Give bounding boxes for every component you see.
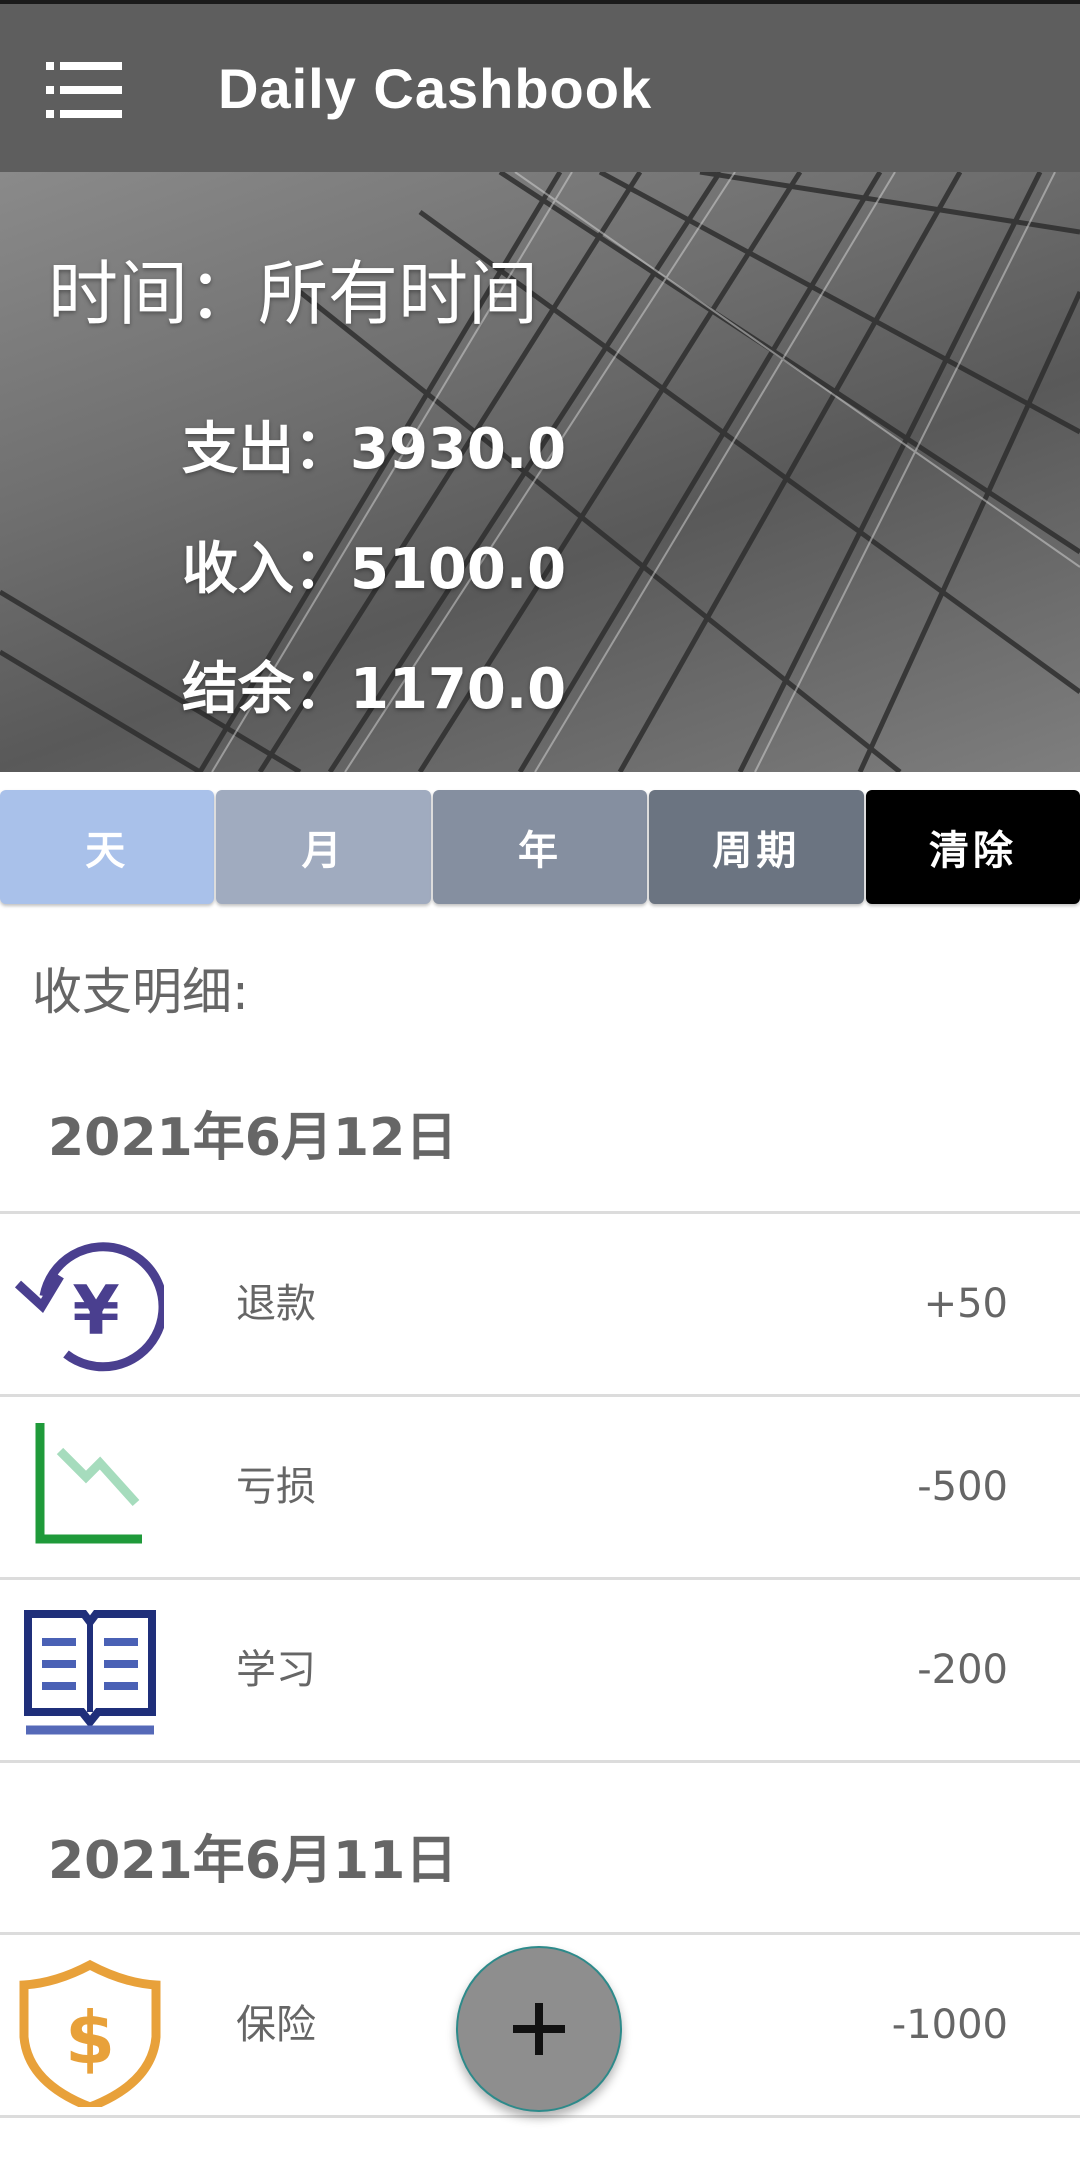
item-amount: +50 (923, 1281, 1008, 1327)
tab-day[interactable]: 天 (0, 790, 215, 904)
item-category: 亏损 (236, 1464, 316, 1510)
list-item[interactable]: 亏损 -500 (0, 1397, 1080, 1577)
tab-year[interactable]: 年 (432, 790, 648, 904)
app-bar: Daily Cashbook (0, 0, 1080, 172)
item-category: 退款 (236, 1281, 316, 1327)
tab-period[interactable]: 周期 (649, 790, 864, 904)
item-category: 学习 (236, 1647, 316, 1693)
expense-total: 支出：3930.0 (182, 417, 567, 482)
plus-icon (513, 2003, 565, 2055)
list-item[interactable]: ¥ 退款 +50 (0, 1214, 1080, 1394)
period-tabs: 天 月 年 周期 清除 (0, 790, 1080, 904)
time-range-label: 时间：所有时间 (48, 253, 538, 335)
refund-yen-icon: ¥ (14, 1242, 164, 1372)
item-amount: -200 (917, 1647, 1008, 1693)
svg-text:¥: ¥ (72, 1272, 119, 1351)
income-total: 收入：5100.0 (182, 537, 567, 602)
tab-month[interactable]: 月 (216, 790, 431, 904)
section-title: 收支明细: (32, 963, 249, 1021)
summary-banner: 时间：所有时间 支出：3930.0 收入：5100.0 结余：1170.0 (0, 172, 1080, 772)
item-amount: -1000 (891, 2002, 1008, 2048)
divider (0, 1760, 1080, 1763)
add-entry-button[interactable] (456, 1946, 622, 2112)
item-category: 保险 (236, 2002, 316, 2048)
item-amount: -500 (917, 1464, 1008, 1510)
balance-total: 结余：1170.0 (182, 657, 567, 722)
divider (0, 2115, 1080, 2118)
app-title: Daily Cashbook (218, 57, 653, 120)
svg-text:$: $ (65, 1996, 115, 2080)
insurance-shield-icon: $ (19, 1959, 161, 2107)
list-item[interactable]: 学习 -200 (0, 1580, 1080, 1760)
date-header: 2021年6月12日 (48, 1108, 458, 1168)
tab-clear[interactable]: 清除 (865, 790, 1080, 904)
loss-chart-icon (35, 1423, 142, 1544)
date-header: 2021年6月11日 (48, 1831, 458, 1891)
hamburger-menu-icon[interactable] (46, 60, 122, 120)
study-book-icon (24, 1610, 156, 1735)
